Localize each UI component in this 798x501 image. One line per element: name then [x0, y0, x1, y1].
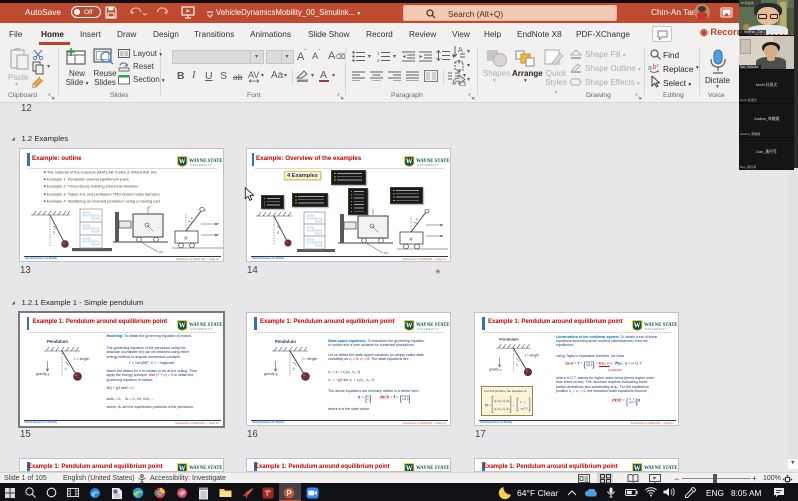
svg-text:M: M	[183, 236, 188, 241]
svg-text:φ: φ	[191, 216, 193, 220]
svg-text:0 1: 0 1	[520, 400, 526, 404]
svg-text:W: W	[406, 323, 413, 330]
svg-text:P: P	[286, 489, 292, 498]
svg-text:∂f₁/∂x₁: ∂f₁/∂x₁	[494, 399, 502, 403]
svg-text:gravity g: gravity g	[264, 372, 278, 376]
svg-text:θ: θ	[516, 363, 518, 367]
svg-text:gravity g: gravity g	[489, 368, 502, 372]
svg-text:W: W	[634, 323, 641, 330]
svg-text:UNIVERSITY: UNIVERSITY	[417, 163, 440, 167]
svg-text:θ: θ	[53, 231, 55, 235]
svg-text:θ: θ	[277, 231, 279, 235]
svg-text:UNIVERSITY: UNIVERSITY	[190, 326, 213, 330]
svg-text:UNIVERSITY: UNIVERSITY	[190, 163, 213, 167]
svg-text:θ: θ	[292, 367, 294, 372]
svg-text:gravity g: gravity g	[36, 372, 50, 376]
svg-text:∂f₁/∂x₂: ∂f₁/∂x₂	[503, 399, 511, 403]
svg-text:x: x	[217, 222, 220, 225]
svg-text:θ: θ	[65, 366, 67, 371]
svg-text:∇f =: ∇f =	[485, 403, 491, 407]
svg-text:ℓ(t): ℓ(t)	[159, 250, 163, 254]
svg-text:=: =	[513, 403, 515, 407]
svg-text:UNIVERSITY: UNIVERSITY	[417, 327, 440, 331]
svg-text:Pendulum: Pendulum	[499, 337, 519, 342]
svg-text:ℓ = length: ℓ = length	[525, 354, 540, 358]
svg-text:y: y	[217, 233, 220, 236]
svg-text:W: W	[406, 159, 413, 166]
svg-text:m: m	[204, 209, 206, 212]
svg-text:Pendulum: Pendulum	[275, 339, 296, 344]
svg-text:ℓ = length: ℓ = length	[74, 357, 89, 361]
svg-text:−g/ℓ 0: −g/ℓ 0	[519, 407, 528, 411]
svg-text:∂f₂/∂x₁: ∂f₂/∂x₁	[494, 407, 502, 411]
svg-text:∂f₂/∂x₂: ∂f₂/∂x₂	[503, 407, 511, 411]
svg-text:F: F	[148, 206, 151, 210]
svg-text:UNIVERSITY: UNIVERSITY	[645, 327, 668, 331]
svg-text:Pendulum: Pendulum	[47, 339, 68, 344]
svg-text:W: W	[179, 159, 186, 166]
svg-text:W: W	[178, 322, 185, 329]
svg-text:ℓ = length: ℓ = length	[302, 357, 317, 361]
svg-text:ℓ(t): ℓ(t)	[384, 251, 388, 255]
svg-text:M: M	[408, 237, 413, 242]
svg-text:φ: φ	[416, 217, 418, 221]
